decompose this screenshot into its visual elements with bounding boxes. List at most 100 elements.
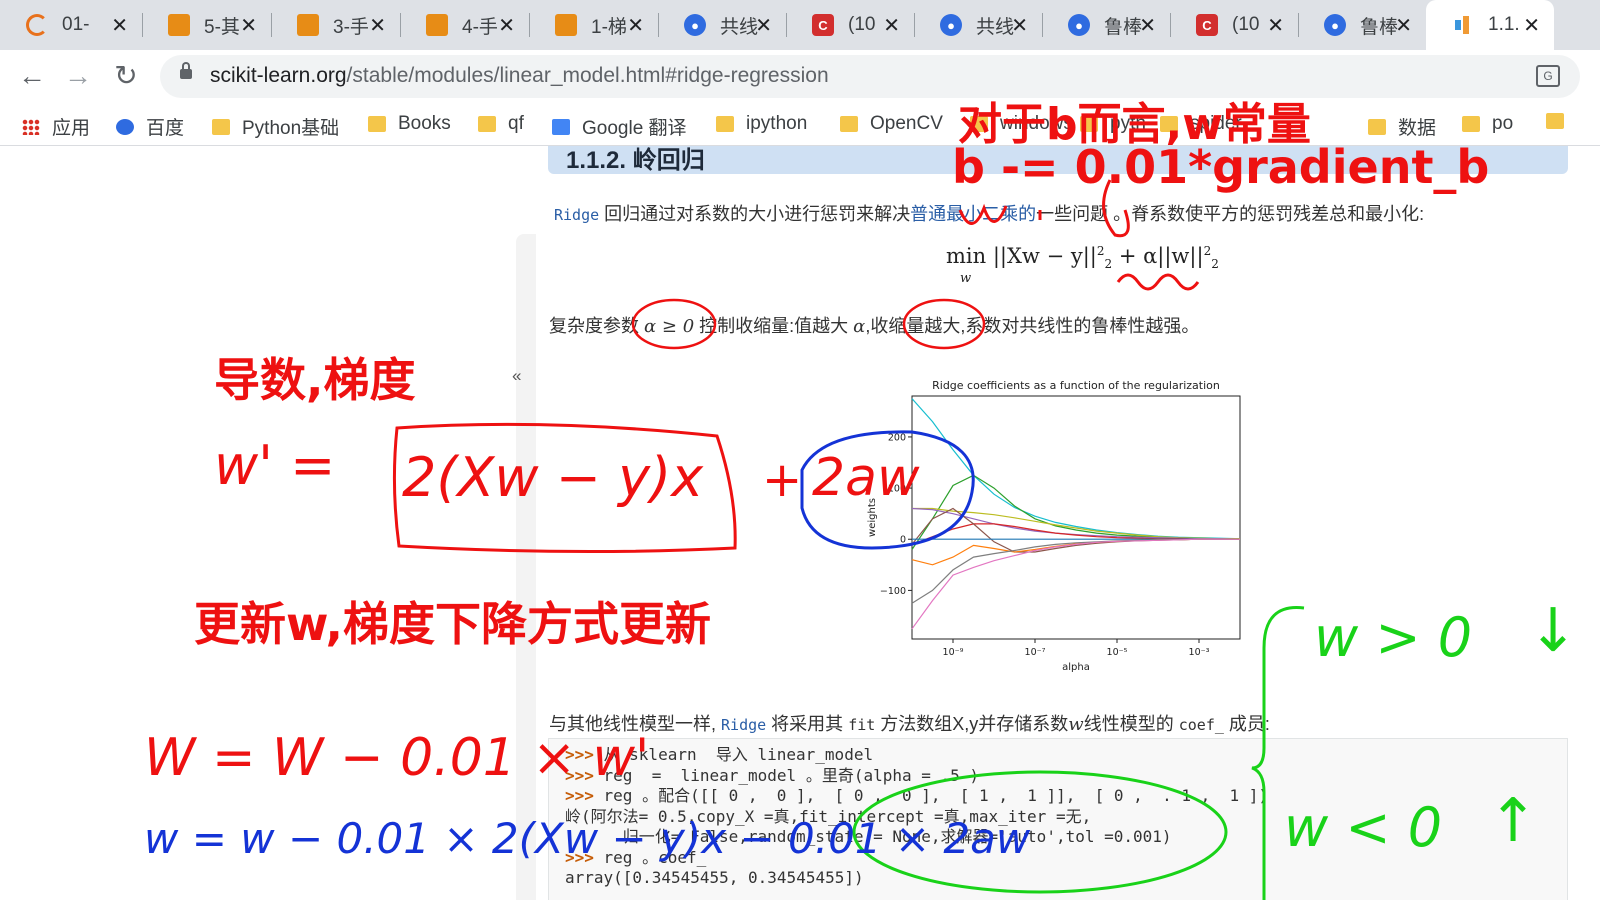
close-icon[interactable]: ✕ xyxy=(1011,13,1028,38)
bookmark-po[interactable]: po xyxy=(1462,113,1513,135)
tab-strip: 01- ✕ 5-其 ✕ 3-手 ✕ 4-手 ✕ 1-梯 ✕ ● 共线 ✕ C (… xyxy=(0,0,1600,50)
bookmark-google-translate[interactable]: Google 翻译 xyxy=(552,113,687,140)
annotation-update-w: 更新w,梯度下降方式更新 xyxy=(194,597,712,651)
close-icon[interactable]: ✕ xyxy=(627,13,644,38)
bookmark-apps[interactable]: 应用 xyxy=(22,113,90,140)
baidu-paw-icon: ● xyxy=(684,14,706,36)
address-bar[interactable]: scikit-learn.org/stable/modules/linear_m… xyxy=(160,55,1580,98)
ridge-code-2[interactable]: Ridge xyxy=(721,716,766,734)
fit-paragraph: 与其他线性模型一样, Ridge 将采用其 fit 方法数组X,y并存储系数w线… xyxy=(549,710,1270,736)
collapse-sidebar-icon[interactable]: « xyxy=(512,366,521,386)
tab-2[interactable]: 5-其 ✕ xyxy=(142,0,271,50)
tab-1[interactable]: 01- ✕ xyxy=(0,0,142,50)
bookmark-data[interactable]: 数据 xyxy=(1368,113,1436,140)
ridge-code[interactable]: Ridge xyxy=(554,206,599,224)
formula-exp-2: 2 xyxy=(1203,244,1212,258)
toolbar: ← → ↻ scikit-learn.org/stable/modules/li… xyxy=(0,50,1600,104)
tab-11[interactable]: ● 鲁棒 ✕ xyxy=(1298,0,1426,50)
folder-icon xyxy=(1546,113,1564,129)
alpha-symbol: α xyxy=(853,316,866,337)
close-icon[interactable]: ✕ xyxy=(111,13,128,38)
chart-title: Ridge coefficients as a function of the … xyxy=(932,379,1220,392)
url-text[interactable]: scikit-learn.org/stable/modules/linear_m… xyxy=(210,64,829,88)
translate-icon[interactable]: G xyxy=(1536,65,1560,87)
close-icon[interactable]: ✕ xyxy=(755,13,772,38)
fit-text-4: 线性模型的 xyxy=(1083,714,1179,734)
folder-icon xyxy=(212,118,230,135)
bookmark-overflow[interactable] xyxy=(1546,113,1576,129)
w-symbol: w xyxy=(1068,714,1084,735)
apps-grid-icon xyxy=(22,118,40,135)
complexity-paragraph: 复杂度参数 α ≥ 0 控制收缩量:值越大 α,收缩量越大,系数对共线性的鲁棒性… xyxy=(549,312,1199,338)
intro-text: 回归通过对系数的大小进行惩罚来解决 xyxy=(599,204,911,224)
bookmark-opencv[interactable]: OpenCV xyxy=(840,113,943,135)
bookmark-label: po xyxy=(1492,113,1514,134)
bookmark-label: 应用 xyxy=(52,118,91,139)
plot-frame xyxy=(911,395,1241,640)
code-line: array([0.34545455, 0.34545455]) xyxy=(565,868,1268,889)
ols-link[interactable]: 普通最小二乘的 xyxy=(910,204,1036,224)
bookmark-ipython[interactable]: ipython xyxy=(716,113,807,135)
book-icon xyxy=(297,14,319,36)
close-icon[interactable]: ✕ xyxy=(1267,13,1284,38)
tab-10[interactable]: C (10 ✕ xyxy=(1170,0,1298,50)
formula-min-subscript: w xyxy=(960,271,972,286)
bookmark-label: ipython xyxy=(746,113,808,134)
x-tick-label: 10⁻⁵ xyxy=(1107,647,1128,658)
formula-main: min ||Xw − y|| xyxy=(946,244,1097,268)
fit-text-2: 将采用其 xyxy=(766,714,849,734)
hand-w-positive: w > 0 xyxy=(1314,606,1473,669)
bookmark-books[interactable]: Books xyxy=(368,113,451,135)
csdn-c-icon: C xyxy=(812,14,834,36)
bookmark-python[interactable]: Python基础 xyxy=(212,113,339,140)
tab-5[interactable]: 1-梯 ✕ xyxy=(529,0,658,50)
code-text: array([0.34545455, 0.34545455]) xyxy=(565,868,864,887)
url-host: scikit-learn.org xyxy=(210,64,347,87)
bookmark-label: Google 翻译 xyxy=(582,118,687,139)
close-icon[interactable]: ✕ xyxy=(1139,13,1156,38)
tab-7[interactable]: C (10 ✕ xyxy=(786,0,914,50)
folder-icon xyxy=(478,116,496,132)
complexity-text-3: ,收缩量越大,系数对共线性的鲁棒性越强。 xyxy=(865,316,1200,336)
ridge-objective-formula: min ||Xw − y||22 + α||w||22 w xyxy=(946,244,1219,286)
alpha-constraint: α ≥ 0 xyxy=(644,316,695,337)
fit-text-3: 方法数组X,y并存储系数 xyxy=(875,714,1069,734)
x-tick-label: 10⁻³ xyxy=(1189,647,1210,658)
tab-3[interactable]: 3-手 ✕ xyxy=(271,0,400,50)
complexity-text-2: 控制收缩量:值越大 xyxy=(694,316,854,336)
close-icon[interactable]: ✕ xyxy=(883,13,900,38)
forward-arrow-icon[interactable]: → xyxy=(62,60,94,92)
bookmark-baidu[interactable]: 百度 xyxy=(116,113,184,140)
close-icon[interactable]: ✕ xyxy=(369,13,386,38)
fit-text-5: 成员: xyxy=(1223,714,1270,734)
close-icon[interactable]: ✕ xyxy=(498,13,515,38)
hand-plus: + xyxy=(762,452,803,508)
folder-icon xyxy=(1368,118,1386,135)
back-arrow-icon[interactable]: ← xyxy=(16,60,48,92)
close-icon[interactable]: ✕ xyxy=(1523,13,1540,38)
ring-icon xyxy=(26,14,48,36)
close-icon[interactable]: ✕ xyxy=(1395,13,1412,38)
hand-penalty-term: 2aw xyxy=(812,448,920,508)
y-tick-label: 200 xyxy=(888,432,906,443)
tab-8[interactable]: ● 共线 ✕ xyxy=(914,0,1042,50)
tab-6[interactable]: ● 共线 ✕ xyxy=(658,0,786,50)
tab-9[interactable]: ● 鲁棒 ✕ xyxy=(1042,0,1170,50)
bookmark-label: Python基础 xyxy=(242,118,340,139)
arrow-down-icon: ↓ xyxy=(1528,596,1579,666)
tab-12-active[interactable]: 1.1. ✕ xyxy=(1426,0,1554,50)
baidu-paw-icon: ● xyxy=(940,14,962,36)
series-line xyxy=(911,398,1241,540)
reload-icon[interactable]: ↻ xyxy=(110,60,142,92)
code-text: reg 。配合([[ 0 , 0 ], [ 0 , 0 ], [ 1 , 1 ]… xyxy=(603,786,1269,805)
book-icon xyxy=(168,14,190,36)
bookmark-label: qf xyxy=(508,113,524,134)
folder-icon xyxy=(1462,116,1480,132)
baidu-paw-icon: ● xyxy=(1068,14,1090,36)
close-icon[interactable]: ✕ xyxy=(240,13,257,38)
sklearn-bars-icon xyxy=(1452,14,1474,36)
bookmark-qf[interactable]: qf xyxy=(478,113,524,135)
tab-4[interactable]: 4-手 ✕ xyxy=(400,0,529,50)
formula-idx-2: 2 xyxy=(1211,257,1219,272)
code-line: >>> 从 sklearn 导入 linear_model xyxy=(565,745,1268,766)
